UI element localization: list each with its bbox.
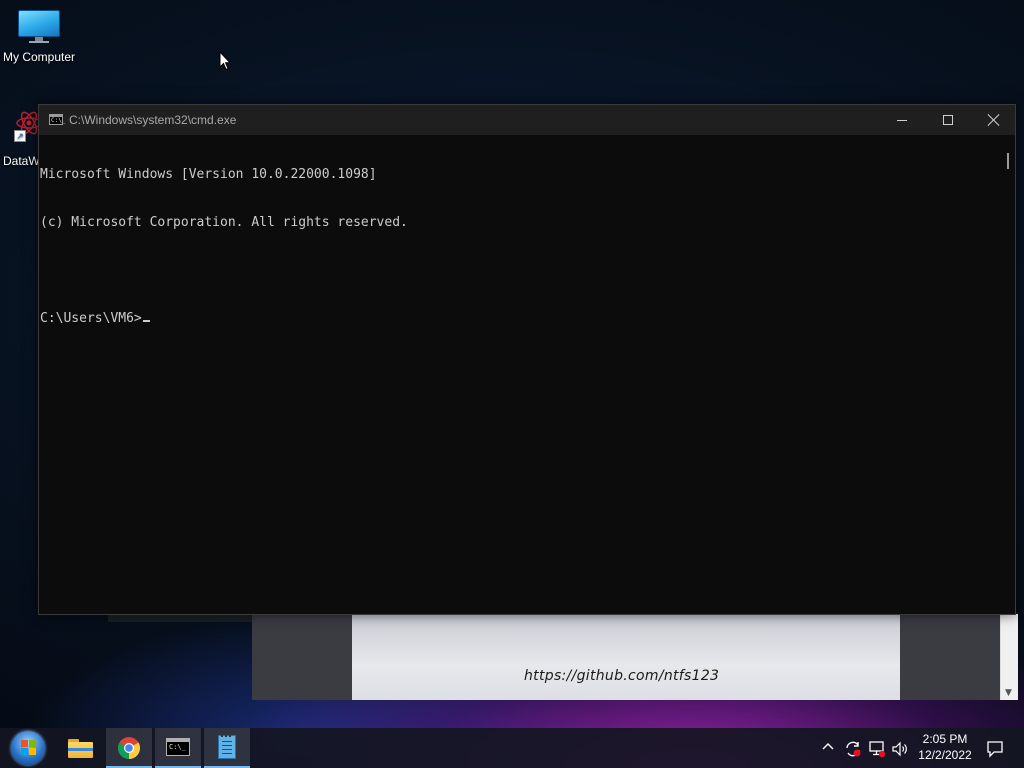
chevron-up-icon [822, 743, 834, 750]
desktop-icon-my-computer[interactable]: My Computer [0, 10, 78, 64]
notification-icon [987, 741, 1003, 758]
background-window-scrollbar[interactable]: ▼ [1000, 614, 1018, 700]
tray-volume-button[interactable] [889, 728, 911, 768]
console-prompt: C:\Users\VM6> [40, 311, 142, 326]
shortcut-arrow-icon: ↗ [14, 130, 26, 142]
network-icon [869, 741, 886, 758]
close-icon [988, 114, 1000, 126]
watermark-text: https://github.com/ntfs123 [524, 668, 720, 684]
background-window-content [352, 614, 900, 700]
desktop-icon-dataw[interactable]: ↗ DataW [0, 108, 42, 168]
cmd-window[interactable]: C:\_ C:\Windows\system32\cmd.exe Microso… [38, 104, 1016, 615]
clock-time: 2:05 PM [922, 732, 968, 746]
windows-orb-icon [11, 731, 45, 765]
sync-icon [846, 741, 861, 757]
background-window[interactable]: ▼ [252, 614, 1018, 700]
start-button[interactable] [4, 728, 50, 768]
console-prompt-line[interactable]: C:\Users\VM6> [39, 311, 1005, 327]
clock-date: 12/2/2022 [918, 748, 972, 762]
console-output[interactable]: Microsoft Windows [Version 10.0.22000.10… [39, 135, 1005, 614]
monitor-icon [18, 10, 60, 43]
cmd-app-icon[interactable]: C:\_ [49, 114, 66, 125]
desktop: My Computer ↗ DataW ▼ https://github.com… [0, 0, 1024, 768]
tray-network-button[interactable] [866, 728, 888, 768]
maximize-icon [943, 115, 953, 125]
taskbar-command-prompt[interactable]: C:\_ [155, 728, 201, 768]
minimize-button[interactable] [879, 105, 925, 135]
desktop-icon-label: My Computer [2, 50, 76, 64]
show-hidden-icons-button[interactable] [819, 728, 837, 768]
console-line: Microsoft Windows [Version 10.0.22000.10… [40, 167, 377, 182]
chrome-icon [118, 737, 140, 759]
close-button[interactable] [971, 105, 1017, 135]
text-cursor [142, 320, 150, 322]
taskbar-file-explorer[interactable] [57, 728, 103, 768]
minimize-icon [897, 120, 907, 121]
taskbar: C:\_ 2:05 PM 12/2/2022 [0, 728, 1024, 768]
tray-clock[interactable]: 2:05 PM 12/2/2022 [912, 728, 978, 768]
maximize-button[interactable] [925, 105, 971, 135]
window-title: C:\Windows\system32\cmd.exe [69, 113, 237, 127]
scrollbar-thumb[interactable] [1007, 153, 1009, 169]
notepad-icon [218, 733, 236, 759]
scroll-down-arrow-icon[interactable]: ▼ [1005, 688, 1012, 698]
cmd-app-icon-text: C:\_ [51, 117, 66, 124]
console-line: (c) Microsoft Corporation. All rights re… [40, 215, 408, 230]
volume-icon [892, 741, 907, 757]
mouse-pointer-icon [219, 50, 232, 75]
cmd-titlebar[interactable]: C:\_ C:\Windows\system32\cmd.exe [39, 105, 1015, 135]
folder-icon [68, 739, 93, 758]
cmd-icon: C:\_ [166, 738, 190, 756]
notification-center-button[interactable] [984, 728, 1008, 768]
desktop-icon-label: DataW [3, 154, 40, 168]
tray-sync-button[interactable] [842, 728, 864, 768]
taskbar-chrome[interactable] [106, 728, 152, 768]
background-window-edge [108, 614, 252, 622]
taskbar-notepad[interactable] [204, 728, 250, 768]
console-scrollbar[interactable] [1001, 135, 1015, 614]
